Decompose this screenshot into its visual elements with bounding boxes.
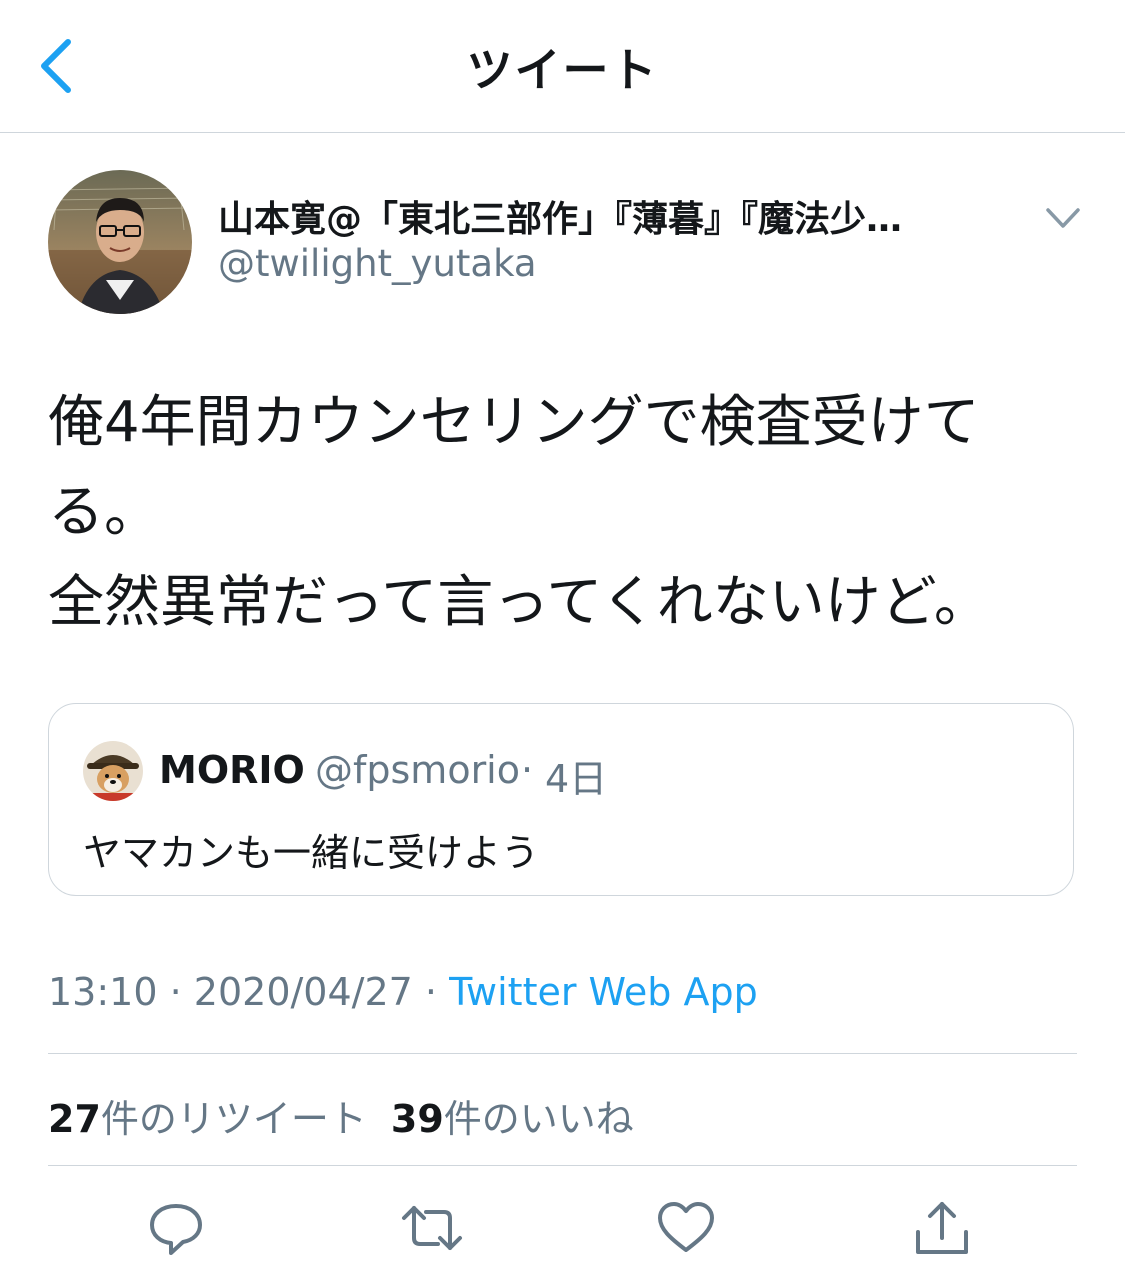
share-button[interactable] — [912, 1198, 972, 1258]
divider — [48, 1053, 1077, 1054]
like-label: 件のいいね — [443, 1097, 634, 1141]
quoted-author-avatar — [83, 741, 143, 801]
quoted-author-name: MORIO — [159, 748, 305, 792]
quoted-tweet-text: ヤマカンも一緒に受けよう — [83, 831, 540, 875]
like-button[interactable] — [656, 1198, 716, 1258]
author-handle[interactable]: @twilight_yutaka — [218, 242, 537, 285]
chevron-down-icon — [1046, 208, 1080, 228]
retweet-label: 件のリツイート — [100, 1097, 367, 1141]
tweet-meta: 13:10 · 2020/04/27 · Twitter Web App — [48, 970, 758, 1014]
separator-dot: · — [169, 970, 182, 1014]
separator-dot: · — [521, 748, 534, 792]
author-display-name[interactable]: 山本寛@「東北三部作」『薄暮』『魔法少… — [218, 190, 1018, 242]
retweet-count-link[interactable]: 27件のリツイート — [48, 1097, 367, 1141]
tweet-date: 2020/04/27 — [193, 970, 413, 1014]
tweet-text-line: る。 — [48, 480, 160, 545]
quoted-tweet-card[interactable]: MORIO @fpsmorio · 4日 ヤマカンも一緒に受けよう — [48, 703, 1074, 896]
share-icon — [916, 1202, 968, 1254]
page-title: ツイート — [466, 43, 659, 97]
heart-icon — [658, 1202, 714, 1252]
like-count-link[interactable]: 39件のいいね — [391, 1097, 634, 1141]
tweet-text: 俺4年間カウンセリングで検査受けて る。 全然異常だって言ってくれないけど。 — [48, 378, 1088, 648]
tweet-text-line: 俺4年間カウンセリングで検査受けて — [48, 390, 980, 455]
like-count: 39 — [390, 1097, 444, 1141]
divider — [48, 1165, 1077, 1166]
quoted-author-handle: @fpsmorio — [315, 748, 520, 792]
tweet-text-line: 全然異常だって言ってくれないけど。 — [48, 570, 990, 635]
tweet-detail-page: ツイート 山本寛@「東北三部作」『薄暮』『魔法少… @twilight_yuta… — [0, 0, 1125, 1270]
tweet-time: 13:10 — [48, 970, 158, 1014]
reply-button[interactable] — [146, 1198, 206, 1258]
more-options-button[interactable] — [1040, 198, 1086, 238]
quoted-time: 4日 — [545, 757, 608, 801]
retweet-count: 27 — [48, 1097, 101, 1141]
tweet-stats: 27件のリツイート 39件のいいね — [48, 1088, 634, 1143]
separator-dot: · — [424, 970, 438, 1014]
reply-icon — [150, 1204, 202, 1255]
tweet-source-link[interactable]: Twitter Web App — [449, 970, 758, 1014]
retweet-icon — [402, 1206, 462, 1250]
nav-header: ツイート — [0, 0, 1125, 133]
retweet-button[interactable] — [400, 1198, 462, 1258]
author-avatar[interactable] — [48, 170, 192, 314]
